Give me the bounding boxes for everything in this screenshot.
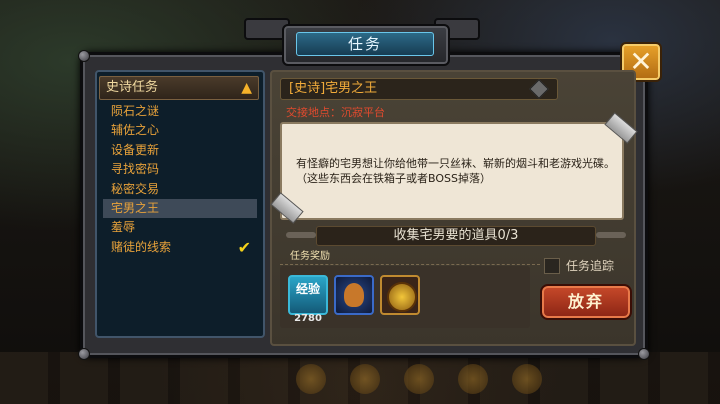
quest-objective: 收集宅男要的道具0/3 [316,226,596,246]
rewards-box: 经验 2780 [280,266,530,328]
chevron-up-icon: ▲ [241,80,252,96]
quest-list-item[interactable]: 陨石之谜 [103,102,257,121]
quest-item-label: 秘密交易 [111,181,160,196]
quest-list-item[interactable]: 秘密交易 [103,180,257,199]
rivet-icon [638,348,650,360]
abandon-button[interactable]: 放弃 [540,284,632,320]
quest-description-box: 有怪癖的宅男想让你给他带一只丝袜、崭新的烟斗和老游戏光碟。（这些东西会在铁箱子或… [280,122,624,220]
money-bag-icon [344,283,364,307]
quest-description: 有怪癖的宅男想让你给他带一只丝袜、崭新的烟斗和老游戏光碟。（这些东西会在铁箱子或… [296,157,615,185]
quest-location: 交接地点：沉寂平台 [286,106,385,119]
background-coin-icon [458,364,488,394]
checkmark-icon: ✔ [237,237,251,257]
reward-slot-exp[interactable]: 经验 2780 [288,275,328,324]
quest-list-item-selected[interactable]: 宅男之王 [103,198,257,219]
objective-bar-cap-right [596,232,626,238]
category-label: 史诗任务 [106,80,159,95]
window-title: 任务 [296,32,434,56]
rivet-icon [78,50,90,62]
medal-icon [387,282,417,312]
quest-item-label: 宅男之王 [111,200,160,215]
background-coin-icon [404,364,434,394]
rivet-icon [78,348,90,360]
rewards-header: 任务奖励 [280,250,540,265]
quest-list-item[interactable]: 寻找密码 [103,160,257,179]
quest-item-label: 寻找密码 [111,162,160,177]
category-header[interactable]: 史诗任务 ▲ [99,76,259,100]
quest-detail-panel: [史诗]宅男之王 交接地点：沉寂平台 有怪癖的宅男想让你给他带一只丝袜、崭新的烟… [270,70,638,346]
quest-list-item[interactable]: 设备更新 [103,141,257,160]
exp-icon: 经验 [295,282,320,296]
quest-item-label: 陨石之谜 [111,104,160,118]
reward-slot-medal[interactable] [380,275,420,315]
quest-list-item[interactable]: 羞辱 [103,218,257,237]
quest-list-item[interactable]: 辅佐之心 [103,121,257,140]
track-quest-label: 任务追踪 [566,259,615,273]
window-title-plate: 任务 [282,24,450,66]
background-coin-icon [350,364,380,394]
quest-item-label: 羞辱 [111,220,136,235]
quest-item-label: 辅佐之心 [111,123,160,138]
quest-item-label: 赌徒的线索 [111,239,172,254]
quest-list-item[interactable]: 赌徒的线索 ✔ [103,238,257,257]
objective-bar-cap-left [286,232,316,238]
quest-list-panel: 史诗任务 ▲ 陨石之谜 辅佐之心 设备更新 寻找密码 秘密交易 宅男之王 羞辱 … [95,70,265,338]
reward-exp-amount: 2780 [294,313,322,324]
track-quest-checkbox[interactable] [544,258,560,274]
reward-slot-money[interactable] [334,275,374,315]
quest-title: [史诗]宅男之王 [280,78,558,100]
quest-item-label: 设备更新 [111,142,160,157]
background-coin-icon [296,364,326,394]
quest-list: 陨石之谜 辅佐之心 设备更新 寻找密码 秘密交易 宅男之王 羞辱 赌徒的线索 ✔ [103,102,257,257]
background-coin-icon [512,364,542,394]
